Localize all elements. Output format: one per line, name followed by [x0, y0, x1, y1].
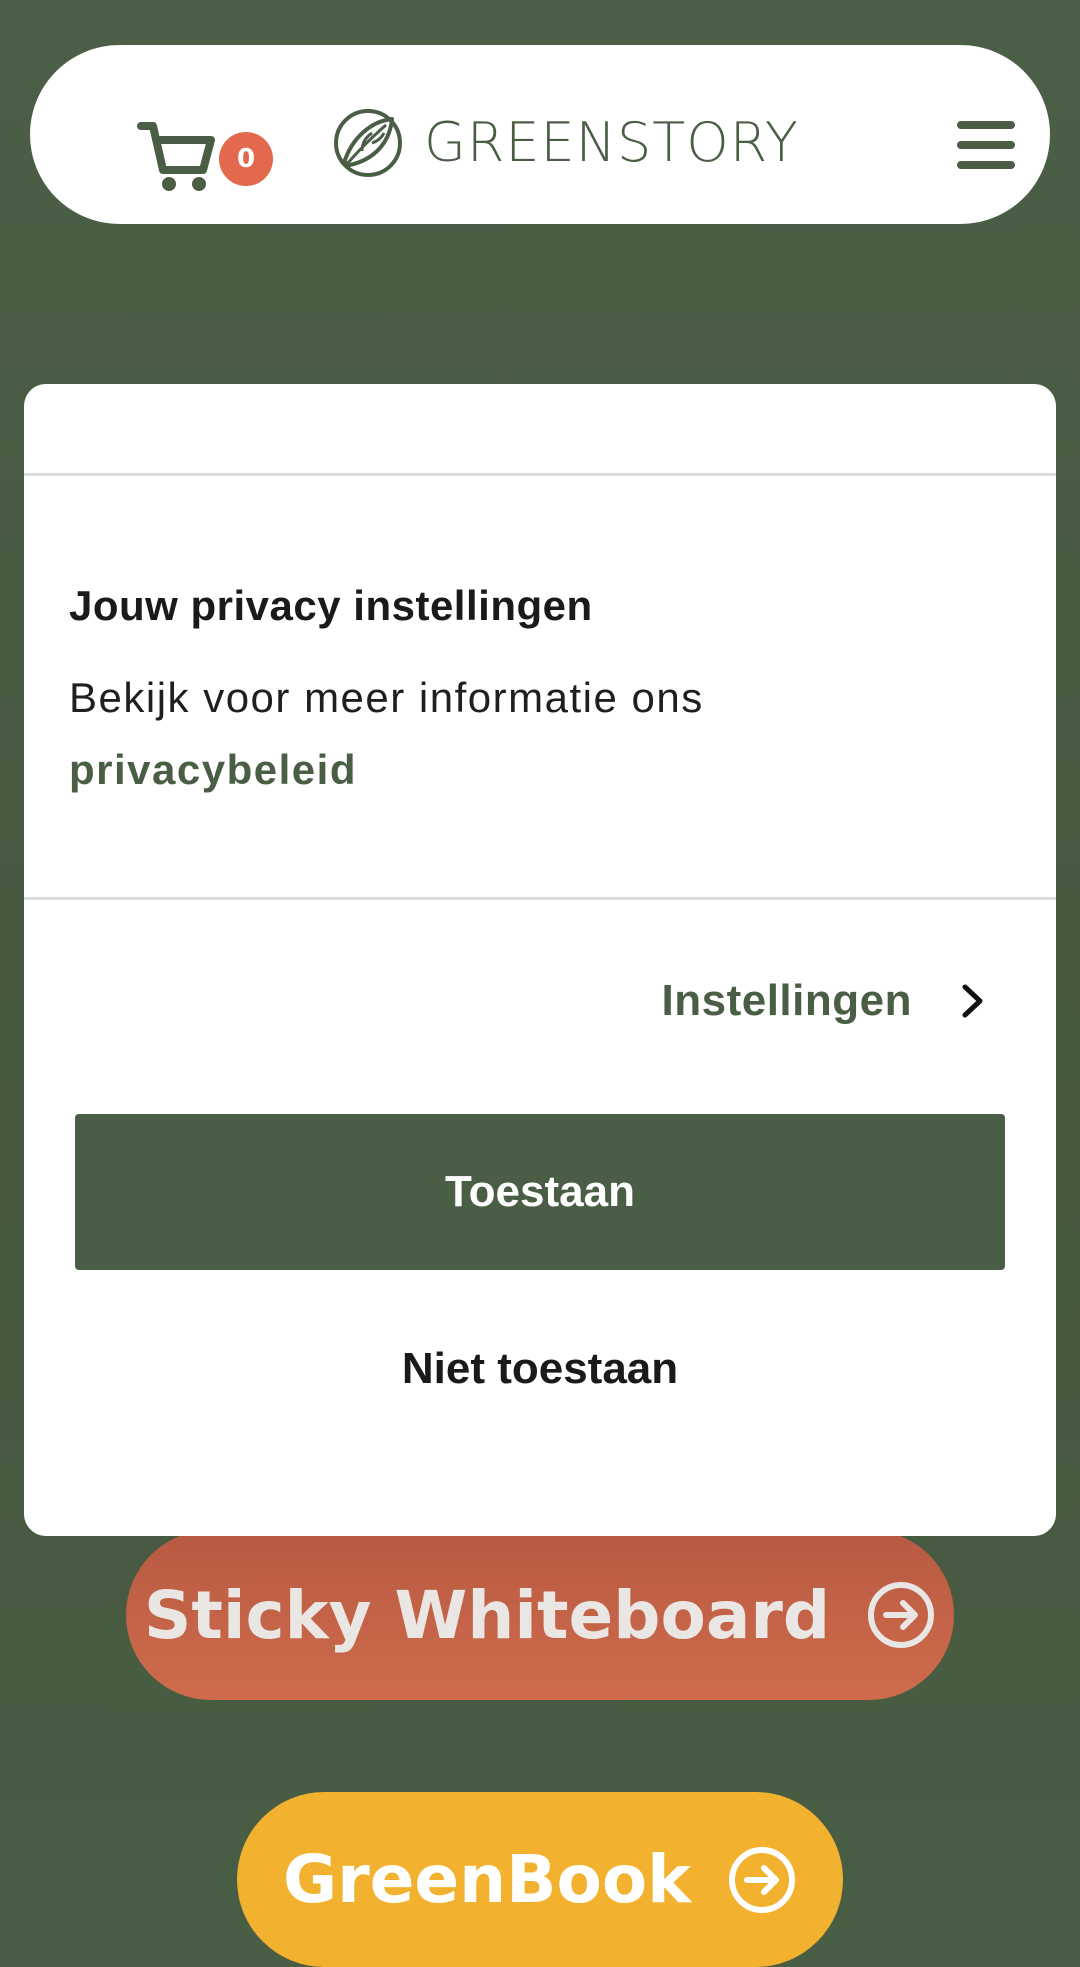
privacy-policy-link[interactable]: privacybeleid [69, 746, 357, 794]
sticky-whiteboard-label: Sticky Whiteboard [143, 1576, 831, 1654]
menu-button[interactable] [948, 115, 1020, 175]
allow-button[interactable]: Toestaan [75, 1114, 1005, 1270]
greenbook-label: GreenBook [282, 1841, 692, 1918]
site-header: 0 GREENSTORY [30, 45, 1050, 224]
settings-label: Instellingen [661, 976, 912, 1025]
arrow-circle-right-icon [729, 1846, 796, 1913]
settings-link[interactable]: Instellingen [662, 976, 986, 1026]
consent-title: Jouw privacy instellingen [69, 582, 593, 629]
divider [24, 473, 1056, 476]
divider [24, 897, 1056, 900]
privacy-consent-dialog: Jouw privacy instellingen Bekijk voor me… [24, 384, 1056, 1536]
arrow-circle-right-icon [868, 1582, 935, 1648]
cart-button[interactable]: 0 [105, 100, 273, 191]
sticky-whiteboard-button[interactable]: Sticky Whiteboard [126, 1530, 954, 1700]
deny-button[interactable]: Niet toestaan [75, 1304, 1005, 1434]
logo-text: GREENSTORY [424, 111, 799, 174]
consent-text: Bekijk voor meer informatie ons [69, 674, 704, 721]
site-logo[interactable]: GREENSTORY [332, 103, 799, 183]
cart-count-badge: 0 [219, 132, 273, 186]
cart-icon [137, 122, 215, 191]
chevron-right-icon [962, 984, 983, 1018]
leaf-logo-icon [334, 109, 402, 177]
greenbook-button[interactable]: GreenBook [237, 1792, 843, 1967]
